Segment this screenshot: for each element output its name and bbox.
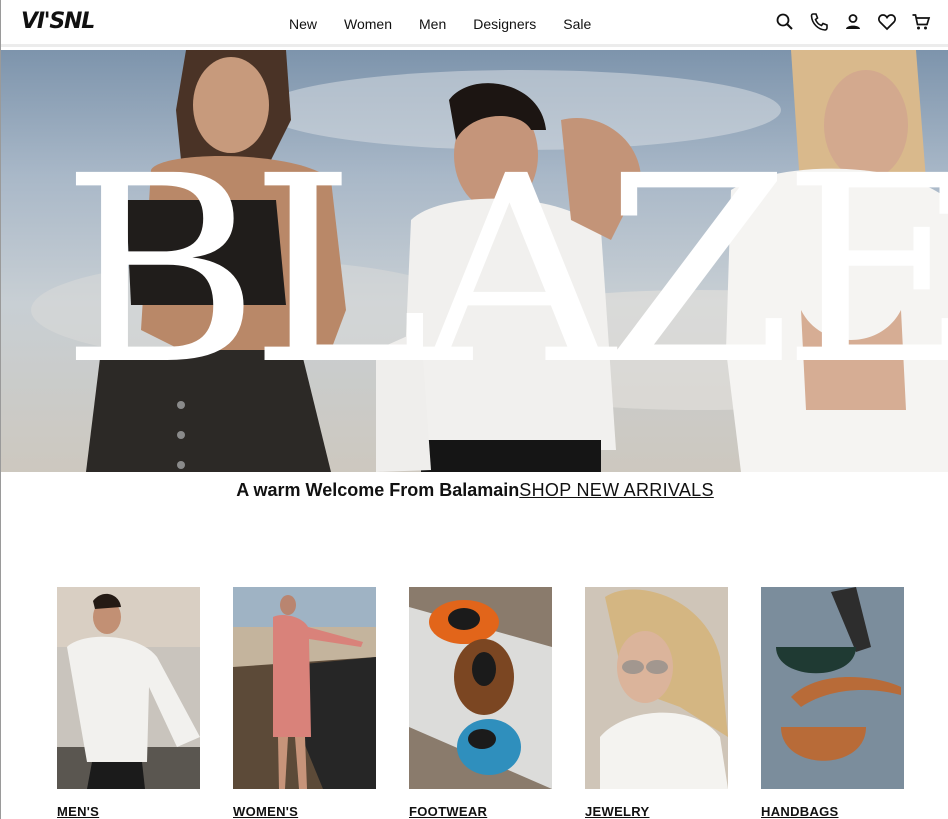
- category-handbags[interactable]: HANDBAGS: [761, 587, 904, 819]
- page: VI'SNL New Women Men Designers Sale BLAZ…: [0, 0, 948, 819]
- account-icon[interactable]: [843, 12, 863, 32]
- category-image-handbags[interactable]: [761, 587, 904, 789]
- category-grid: MEN'S WOMEN'S FOOTWEAR JEWELRY HANDBAGS: [57, 587, 937, 819]
- category-mens[interactable]: MEN'S: [57, 587, 200, 819]
- category-jewelry[interactable]: JEWELRY: [585, 587, 728, 819]
- nav-new[interactable]: New: [289, 16, 317, 32]
- nav-designers[interactable]: Designers: [473, 16, 536, 32]
- shop-new-arrivals-link[interactable]: SHOP NEW ARRIVALS: [519, 480, 714, 500]
- site-header: VI'SNL New Women Men Designers Sale: [1, 0, 948, 47]
- wishlist-icon[interactable]: [877, 12, 897, 32]
- category-womens[interactable]: WOMEN'S: [233, 587, 376, 819]
- category-footwear[interactable]: FOOTWEAR: [409, 587, 552, 819]
- search-icon[interactable]: [775, 12, 795, 32]
- category-label-footwear[interactable]: FOOTWEAR: [409, 804, 552, 819]
- brand-logo[interactable]: VI'SNL: [21, 9, 95, 34]
- header-icons: [775, 12, 931, 32]
- main-nav: New Women Men Designers Sale: [289, 16, 618, 32]
- category-image-mens[interactable]: [57, 587, 200, 789]
- category-label-jewelry[interactable]: JEWELRY: [585, 804, 728, 819]
- nav-men[interactable]: Men: [419, 16, 446, 32]
- category-label-mens[interactable]: MEN'S: [57, 804, 200, 819]
- hero-banner[interactable]: BLAZE: [1, 50, 948, 472]
- category-image-womens[interactable]: [233, 587, 376, 789]
- welcome-text: A warm Welcome From Balamain: [236, 480, 520, 500]
- category-label-womens[interactable]: WOMEN'S: [233, 804, 376, 819]
- nav-sale[interactable]: Sale: [563, 16, 591, 32]
- welcome-banner: A warm Welcome From BalamainSHOP NEW ARR…: [1, 480, 948, 501]
- nav-women[interactable]: Women: [344, 16, 392, 32]
- category-image-jewelry[interactable]: [585, 587, 728, 789]
- hero-headline: BLAZE: [61, 121, 948, 421]
- category-label-handbags[interactable]: HANDBAGS: [761, 804, 904, 819]
- category-image-footwear[interactable]: [409, 587, 552, 789]
- phone-icon[interactable]: [809, 12, 829, 32]
- cart-icon[interactable]: [911, 12, 931, 32]
